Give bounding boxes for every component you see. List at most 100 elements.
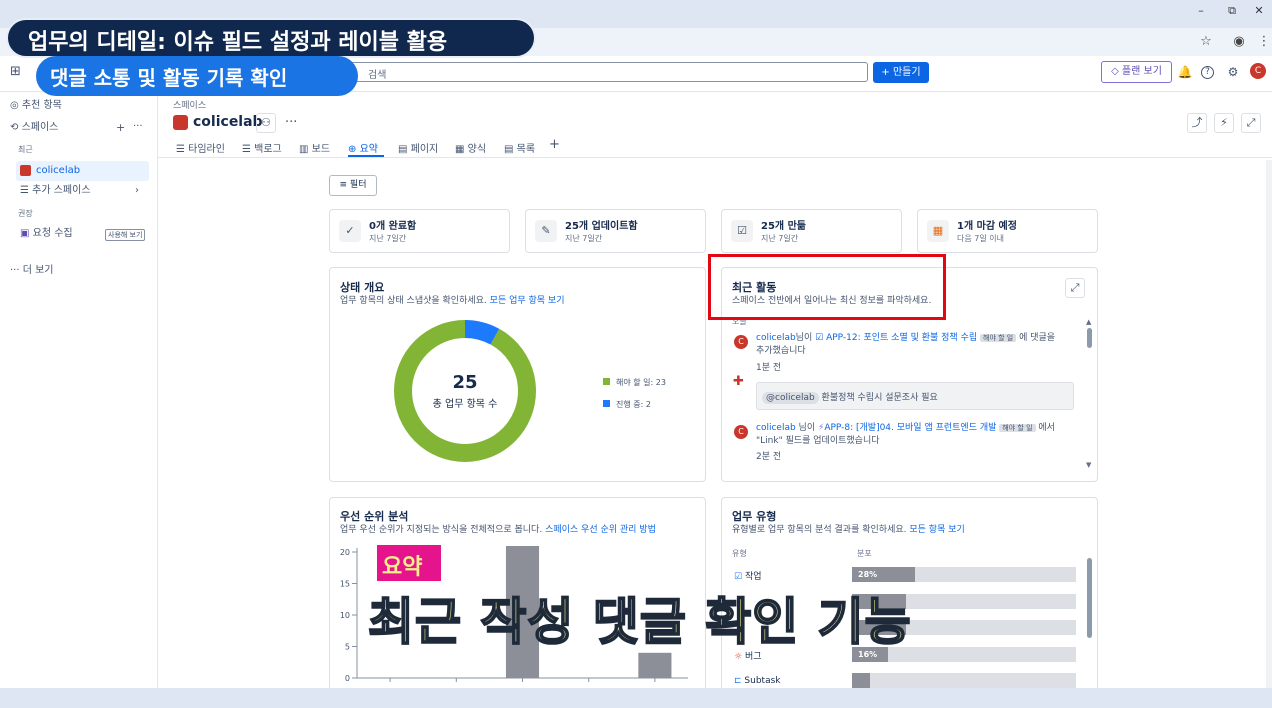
stat-subtitle: 다음 7일 이내: [957, 234, 1004, 243]
share-icon[interactable]: ⤴: [1187, 113, 1207, 133]
panel-subtitle: 업무 우선 순위가 지정되는 방식을 전체적으로 봅니다. 스페이스 우선 순위…: [340, 522, 656, 535]
main-scrollbar[interactable]: [1266, 160, 1272, 688]
minimize-button[interactable]: –: [1190, 4, 1212, 22]
type-row-task: ☑ 작업: [734, 569, 762, 582]
tab-label: 페이지: [410, 144, 439, 155]
priority-cross-icon: ✚: [733, 374, 744, 389]
checkbox-icon: ☑: [731, 220, 753, 242]
mention-chip[interactable]: @colicelab: [762, 392, 819, 404]
user-avatar[interactable]: C: [1250, 63, 1266, 79]
type-row-subtask: ⊏ Subtask: [734, 676, 780, 686]
browser-menu-icon[interactable]: ⋮: [1254, 32, 1272, 52]
check-circle-icon: ✓: [339, 220, 361, 242]
tab-label: 목록: [516, 144, 536, 155]
globe-icon: ⊕: [348, 144, 360, 155]
task-checkbox-icon: ☑: [815, 333, 824, 343]
more-actions-icon[interactable]: ···: [285, 115, 297, 130]
create-button[interactable]: + 만들기: [873, 62, 929, 83]
panel-subtitle: 유형별로 업무 항목의 분석 결과를 확인하세요. 모든 항목 보기: [732, 522, 965, 535]
close-window-button[interactable]: ✕: [1248, 4, 1270, 22]
filter-icon: ≡: [339, 180, 350, 190]
try-badge[interactable]: 사용해 보기: [105, 229, 146, 241]
maximize-button[interactable]: ⧉: [1221, 4, 1243, 22]
add-tab-icon[interactable]: +: [549, 137, 560, 152]
form-icon: ▣: [20, 228, 33, 239]
view-all-link[interactable]: 모든 항목 보기: [909, 525, 964, 535]
y-tick-label: 15: [340, 580, 350, 589]
priority-help-link[interactable]: 스페이스 우선 순위 관리 방법: [545, 525, 656, 535]
tab-summary[interactable]: ⊕ 요약: [348, 140, 378, 155]
legend-label-in-progress[interactable]: 진행 중: 2: [616, 399, 651, 410]
scroll-down-icon[interactable]: ▼: [1086, 461, 1091, 469]
overlay-section-label-text: 요약: [382, 555, 423, 580]
activity-scrollbar-thumb[interactable]: [1087, 328, 1092, 348]
active-tab-indicator: [348, 155, 384, 157]
overlay-title: 업무의 디테일: 이슈 필드 설정과 레이블 활용: [28, 30, 448, 55]
view-all-link[interactable]: 모든 업무 항목 보기: [490, 296, 565, 306]
activity-text: 에서: [1038, 423, 1055, 433]
recent-header: 최근: [18, 145, 33, 154]
user-link[interactable]: colicelab: [756, 333, 796, 343]
help-icon[interactable]: ?: [1201, 66, 1214, 79]
account-icon[interactable]: ◉: [1229, 32, 1249, 52]
tab-timeline[interactable]: ☰ 타임라인: [176, 140, 225, 155]
activity-item-2: colicelab 님이 ⚡APP-8: [개발]04. 모바일 앱 프런트엔드…: [756, 422, 1074, 435]
activity-avatar: C: [734, 425, 748, 439]
form-icon: ▦: [455, 144, 468, 155]
activity-line-2: 추가했습니다: [756, 346, 806, 356]
automation-icon[interactable]: ⚡: [1214, 113, 1234, 133]
tab-pages[interactable]: ▤ 페이지: [398, 140, 438, 155]
tab-label: 양식: [467, 144, 487, 155]
column-header-distribution: 분포: [857, 549, 872, 558]
tab-list[interactable]: ▤ 목록: [504, 140, 535, 155]
y-tick-label: 5: [345, 643, 350, 652]
worktype-scrollbar-thumb[interactable]: [1087, 558, 1092, 638]
expand-icon[interactable]: ⤢: [1065, 278, 1085, 298]
target-icon: ◎: [10, 100, 22, 111]
stat-title: 25개 만듦: [761, 221, 806, 232]
overlay-subtitle: 댓글 소통 및 활동 기록 확인: [50, 66, 288, 90]
search-input[interactable]: [340, 62, 868, 82]
activity-item-1: colicelab님이 ☑ APP-12: 포인트 소멸 및 환불 정책 수립 …: [756, 332, 1074, 345]
sidebar-item-recommended[interactable]: ◎ 추천 항목: [10, 96, 150, 116]
edit-icon: ✎: [535, 220, 557, 242]
chevron-right-icon[interactable]: ›: [135, 185, 139, 196]
add-space-icon[interactable]: +: [116, 121, 125, 134]
distribution-bar[interactable]: [852, 673, 870, 688]
distribution-bar[interactable]: 28%: [852, 567, 915, 582]
tab-board[interactable]: ▥ 보드: [299, 140, 330, 155]
activity-text: 에 댓글을: [1019, 333, 1056, 343]
user-link[interactable]: colicelab: [756, 423, 796, 433]
team-icon[interactable]: ⚇: [256, 113, 276, 133]
subtitle-text: 업무 항목의 상태 스냅샷을 확인하세요.: [340, 296, 487, 306]
tab-backlog[interactable]: ☰ 백로그: [242, 140, 282, 155]
type-label: Subtask: [744, 676, 781, 686]
activity-time: 1분 전: [756, 363, 782, 373]
tab-forms[interactable]: ▦ 양식: [455, 140, 486, 155]
issue-link[interactable]: APP-8: [개발]04. 모바일 앱 프런트엔드 개발: [824, 423, 996, 433]
fullscreen-icon[interactable]: ⤢: [1241, 113, 1261, 133]
stat-title: 25개 업데이트함: [565, 221, 638, 232]
timeline-icon: ☰: [176, 144, 189, 155]
notifications-bell-icon[interactable]: 🔔: [1177, 64, 1193, 80]
tab-label: 타임라인: [188, 144, 225, 155]
backlog-icon: ☰: [242, 144, 255, 155]
filter-button[interactable]: ≡ 필터: [329, 175, 377, 196]
breadcrumb[interactable]: 스페이스: [173, 98, 206, 111]
sidebar-item-label: 스페이스: [21, 122, 59, 133]
sidebar-item-spaces[interactable]: ⟲ 스페이스: [10, 118, 150, 138]
sidebar-item-more[interactable]: ··· 더 보기: [10, 261, 150, 281]
app-switcher-icon[interactable]: ⊞: [10, 64, 21, 79]
settings-gear-icon[interactable]: ⚙: [1225, 64, 1241, 80]
sidebar-item-label: 추천 항목: [21, 100, 62, 111]
view-plans-button[interactable]: ◇ 플랜 보기: [1101, 61, 1172, 83]
stat-subtitle: 지난 7일간: [761, 234, 799, 243]
scroll-up-icon[interactable]: ▲: [1086, 318, 1091, 326]
sidebar-item-more-spaces[interactable]: ☰ 추가 스페이스: [20, 181, 160, 201]
type-label: 작업: [744, 572, 762, 582]
priority-bar[interactable]: [638, 652, 672, 678]
issue-link[interactable]: APP-12: 포인트 소멸 및 환불 정책 수립: [826, 333, 977, 343]
bookmark-star-icon[interactable]: ☆: [1196, 32, 1216, 52]
legend-label-todo[interactable]: 해야 할 일: 23: [616, 377, 666, 388]
more-options-icon[interactable]: ···: [133, 121, 143, 132]
